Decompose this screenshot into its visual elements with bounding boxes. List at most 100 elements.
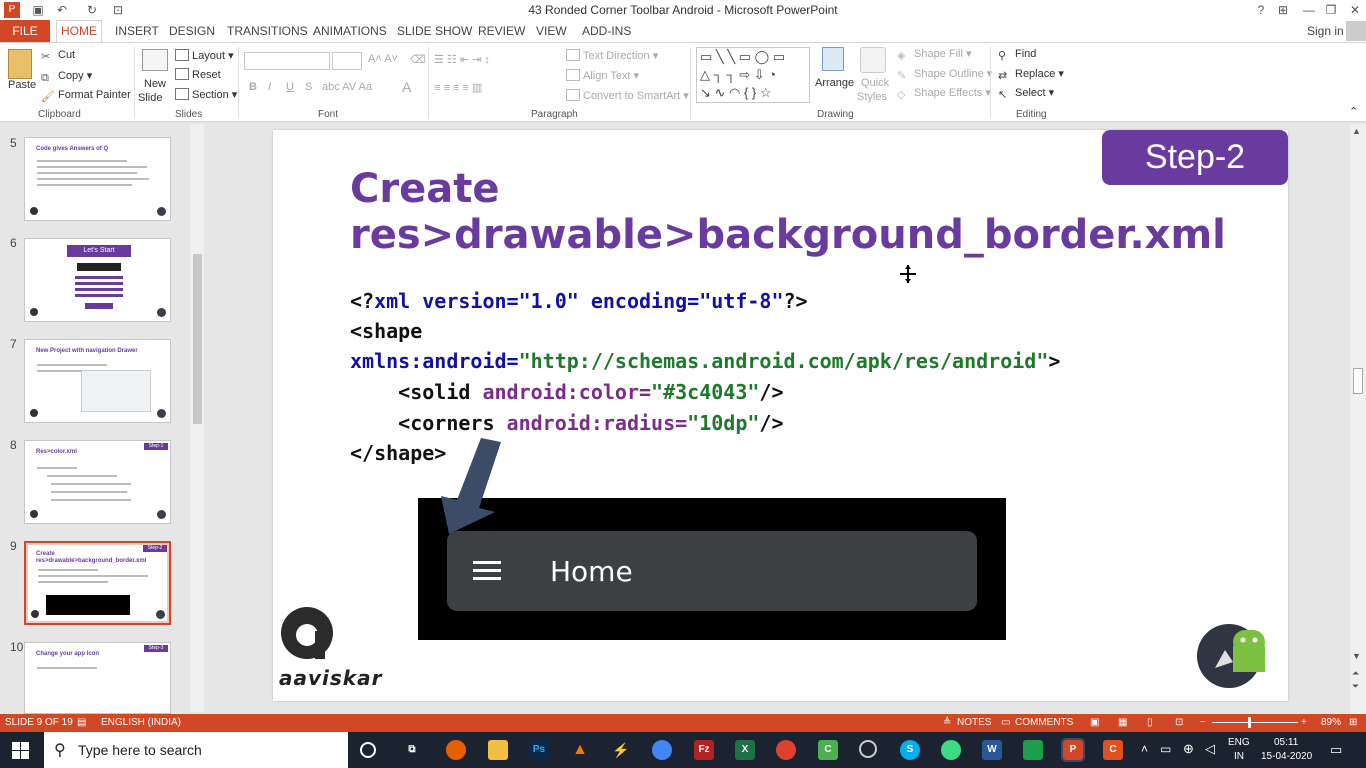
scrollbar-thumb[interactable] (1353, 368, 1363, 394)
powerpoint-taskbar-icon[interactable]: P (1061, 738, 1085, 762)
grow-font-icon[interactable]: A˄ A˅ (368, 53, 398, 65)
zoom-out-button[interactable]: − (1200, 717, 1206, 728)
input-language[interactable]: ENG (1228, 737, 1250, 748)
app-icon[interactable] (776, 740, 796, 760)
scroll-down-icon[interactable]: ▼ (1352, 651, 1361, 661)
underline-button[interactable]: U (286, 81, 294, 93)
scrollbar-thumb[interactable] (193, 254, 202, 424)
slide-canvas[interactable]: Step-2 Create res>drawable>background_bo… (273, 130, 1288, 701)
clear-format-icon[interactable]: ⌫ (410, 53, 426, 66)
ribbon-display-icon[interactable]: ⊞ (1274, 2, 1292, 18)
shapes-gallery[interactable]: ▭ ╲ ╲ ▭ ◯ ▭ △ ┐ ┐ ⇨ ⇩ ◔ ↘ ∿ ◠ { } ☆ (696, 47, 810, 103)
file-explorer-icon[interactable] (488, 740, 508, 760)
slide-thumbnail-5[interactable]: Code gives Answers of Q (24, 137, 171, 221)
obs-icon[interactable] (859, 740, 877, 758)
network-icon[interactable]: ⊕ (1183, 741, 1194, 757)
slide-thumbnail-9[interactable]: Step-2 Create res>drawable>background_bo… (24, 541, 171, 625)
paste-icon[interactable] (8, 49, 32, 79)
android-studio-icon[interactable] (941, 740, 961, 760)
close-button[interactable]: ✕ (1346, 2, 1364, 18)
strikethrough-icon[interactable]: abc AV Aa (322, 81, 372, 93)
notes-button[interactable]: NOTES (957, 717, 991, 728)
zoom-slider[interactable] (1212, 722, 1298, 723)
reading-view-icon[interactable]: ▯ (1147, 717, 1153, 728)
clock-time[interactable]: 05:11 (1274, 737, 1298, 748)
cortana-icon[interactable] (360, 742, 376, 758)
comments-button[interactable]: COMMENTS (1015, 717, 1073, 728)
slide-thumbnail-7[interactable]: New Project with navigation Drawer (24, 339, 171, 423)
volume-icon[interactable]: ◁ (1205, 741, 1215, 757)
paste-button[interactable]: Paste (8, 79, 36, 91)
tab-home[interactable]: HOME (56, 20, 102, 42)
avatar[interactable] (1346, 21, 1366, 41)
section-button[interactable]: Section ▾ (175, 88, 237, 101)
task-view-icon[interactable]: ⧉ (402, 740, 422, 760)
arrange-icon[interactable] (822, 47, 844, 71)
tab-file[interactable]: FILE (0, 20, 50, 42)
cut-button[interactable]: ✂ Cut (41, 49, 75, 63)
bold-button[interactable]: B (249, 81, 257, 93)
bullets-icon[interactable]: ☰ ☷ ⇤ ⇥ ↕ (434, 53, 490, 66)
tab-view[interactable]: VIEW (536, 24, 567, 38)
scroll-up-icon[interactable]: ▲ (1352, 126, 1361, 136)
battery-icon[interactable]: ▭ (1160, 742, 1171, 756)
minimize-button[interactable]: — (1300, 2, 1318, 18)
skype-icon[interactable]: S (900, 740, 920, 760)
slide-thumbnail-8[interactable]: Step-1 Res>color.xml (24, 440, 171, 524)
spellcheck-icon[interactable]: ▤ (77, 717, 86, 728)
tab-add-ins[interactable]: ADD-INS (582, 24, 631, 38)
excel-icon[interactable]: X (735, 740, 755, 760)
select-button[interactable]: ↖ Select ▾ (998, 86, 1054, 101)
quick-styles-icon[interactable] (860, 47, 886, 73)
sticky-icon[interactable]: ⚡ (611, 740, 631, 760)
zoom-level[interactable]: 89% (1321, 717, 1341, 728)
new-slide-icon[interactable] (142, 49, 168, 71)
find-button[interactable]: ⚲ Find (998, 48, 1036, 62)
shape-effects-button[interactable]: ◇ Shape Effects ▾ (897, 86, 991, 101)
convert-smartart-button[interactable]: Convert to SmartArt ▾ (566, 89, 689, 102)
tab-insert[interactable]: INSERT (115, 24, 159, 38)
fit-slide-icon[interactable]: ⊞ (1349, 717, 1357, 728)
font-color-icon[interactable]: A (402, 79, 411, 95)
sign-in-link[interactable]: Sign in (1307, 24, 1344, 38)
comments-icon[interactable]: ▭ (1001, 717, 1010, 728)
collapse-ribbon-icon[interactable]: ⌃ (1349, 105, 1358, 118)
notes-icon[interactable]: ≜ (943, 717, 951, 728)
slide-thumbnail-10[interactable]: Step-3 Change your app icon (24, 642, 171, 714)
tray-chevron-icon[interactable]: ˄ (1141, 742, 1148, 756)
shape-fill-button[interactable]: ◈ Shape Fill ▾ (897, 47, 972, 62)
tab-slide-show[interactable]: SLIDE SHOW (397, 24, 472, 38)
slideshow-icon[interactable]: ⊡ (1175, 717, 1183, 728)
help-icon[interactable]: ? (1252, 2, 1270, 18)
photoshop-icon[interactable]: Ps (529, 740, 549, 760)
layout-button[interactable]: Layout ▾ (175, 49, 234, 62)
quick-styles-button[interactable]: Quick (861, 77, 889, 89)
text-direction-button[interactable]: Text Direction ▾ (566, 49, 658, 62)
zoom-slider-thumb[interactable] (1248, 717, 1251, 728)
new-slide-button[interactable]: New (144, 78, 166, 90)
notifications-icon[interactable]: ▭ (1330, 742, 1342, 758)
format-painter-button[interactable]: 🖌 Format Painter (41, 89, 131, 103)
thumbnails-scrollbar[interactable] (190, 124, 204, 712)
tab-transitions[interactable]: TRANSITIONS (227, 24, 308, 38)
language-indicator[interactable]: ENGLISH (INDIA) (101, 717, 181, 728)
align-text-button[interactable]: Align Text ▾ (566, 69, 639, 82)
tab-design[interactable]: DESIGN (169, 24, 215, 38)
replace-button[interactable]: ⇄ Replace ▾ (998, 67, 1064, 82)
taskbar-search[interactable]: ⚲ Type here to search (44, 732, 348, 768)
font-name-dropdown[interactable] (244, 52, 330, 70)
normal-view-icon[interactable]: ▣ (1090, 717, 1099, 728)
copy-button[interactable]: ⧉ Copy ▾ (41, 69, 92, 84)
shadow-button[interactable]: S (305, 81, 312, 93)
camtasia-icon[interactable]: C (818, 740, 838, 760)
reset-button[interactable]: Reset (175, 68, 221, 81)
zoom-in-button[interactable]: + (1301, 717, 1307, 728)
previous-slide-icon[interactable]: ⏶ (1352, 668, 1359, 679)
chrome-icon[interactable] (652, 740, 672, 760)
vlc-icon[interactable]: ▲ (570, 740, 590, 760)
align-icons[interactable]: ≡ ≡ ≡ ≡ ▥ (434, 81, 482, 94)
windows-start-icon[interactable] (12, 742, 29, 759)
slide-thumbnail-6[interactable]: Let's Start (24, 238, 171, 322)
tab-animations[interactable]: ANIMATIONS (313, 24, 387, 38)
word-icon[interactable]: W (982, 740, 1002, 760)
